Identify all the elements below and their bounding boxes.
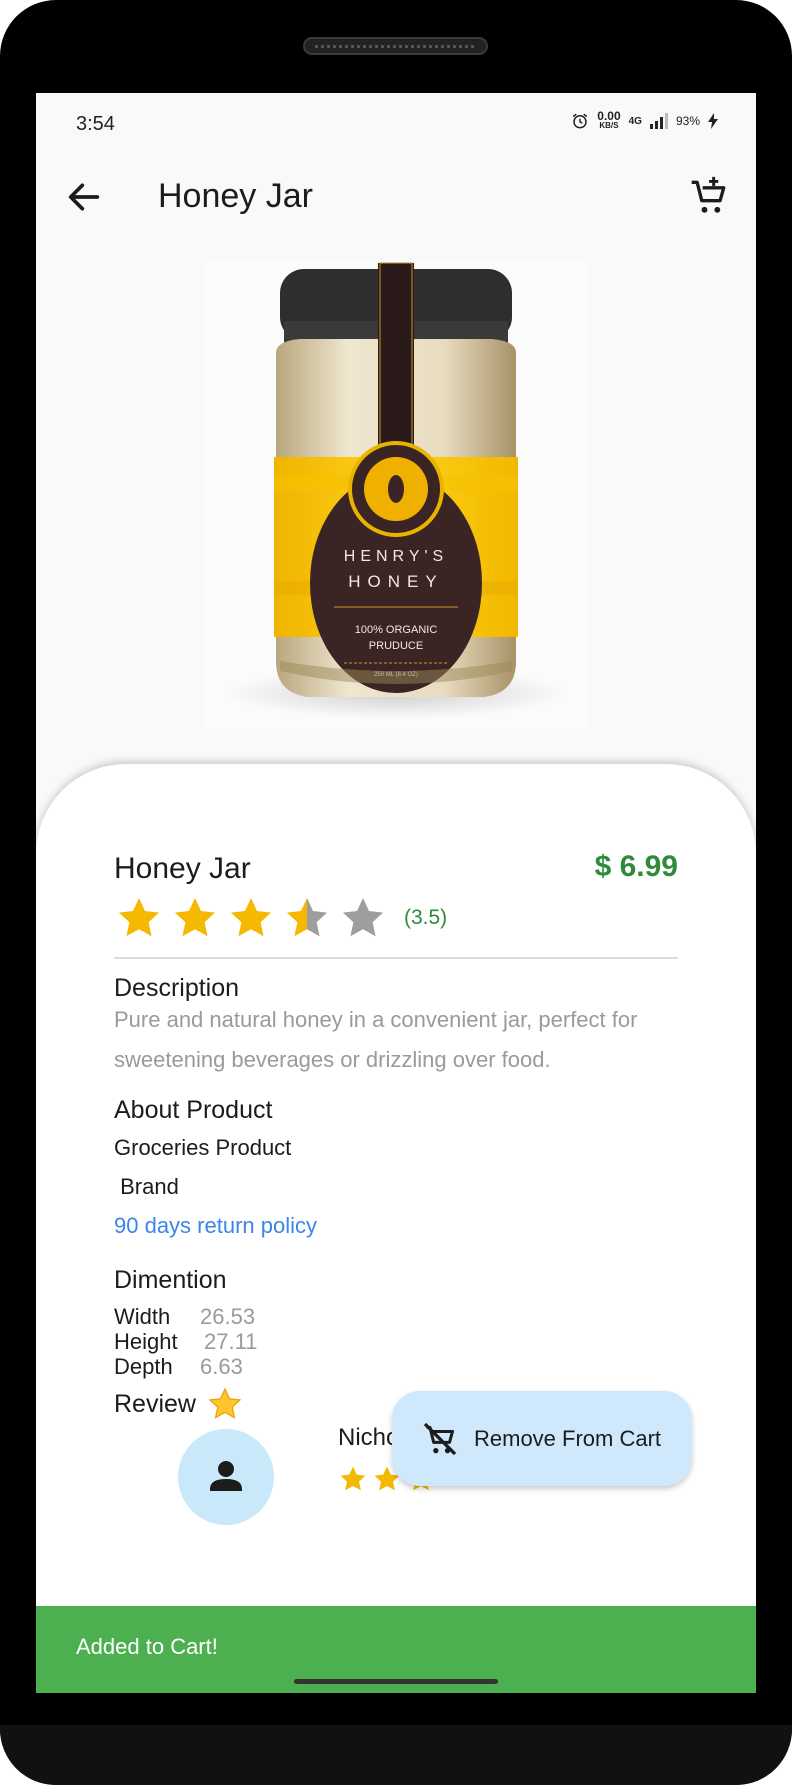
back-arrow-icon[interactable] (64, 177, 104, 217)
net-speed-unit: KB/S (599, 121, 619, 130)
snackbar-text: Added to Cart! (76, 1634, 218, 1659)
net-speed: 0.00 KB/S (597, 109, 621, 131)
product-details-sheet: Honey Jar $ 6.99 (3.5) Description Pure … (36, 764, 756, 1693)
about-heading: About Product (114, 1096, 273, 1124)
honey-jar-illustration: HENRY'S HONEY 100% ORGANIC PRUDUCE 250 M… (226, 262, 566, 719)
divider (114, 957, 678, 959)
review-heading: Review (114, 1389, 196, 1418)
battery-percent: 93% (675, 114, 700, 128)
phone-frame: 3:54 0.00 KB/S 4G 93% Honey Jar HENRY'S … (0, 0, 792, 1785)
dimension-depth-value: 6.63 (200, 1354, 243, 1379)
speaker-grille (303, 37, 488, 55)
label-tag-line2: PRUDUCE (369, 640, 423, 652)
dimension-depth-label: Depth (114, 1354, 173, 1379)
bottom-bezel (0, 1725, 792, 1785)
dimension-height-label: Height (114, 1329, 178, 1354)
network-type: 4G (628, 115, 642, 127)
about-brand: Brand (114, 1174, 179, 1199)
dimension-list: Width 26.53 Height 27.11 Depth 6.63 (114, 1304, 257, 1379)
product-price: $ 6.99 (594, 850, 678, 883)
status-time: 3:54 (76, 113, 115, 135)
star-icon (119, 898, 159, 937)
label-brand-line2: HONEY (348, 572, 443, 591)
page-title: Honey Jar (158, 177, 313, 215)
star-icon (208, 1387, 242, 1419)
remove-from-cart-label: Remove From Cart (474, 1425, 662, 1451)
star-empty-icon (343, 898, 383, 937)
label-tag-line1: 100% ORGANIC (355, 624, 438, 636)
home-indicator[interactable] (294, 1679, 498, 1684)
alarm-icon (573, 113, 588, 129)
star-icon (231, 898, 271, 937)
dimension-width-value: 26.53 (200, 1304, 256, 1329)
signal-icon (649, 113, 668, 129)
dimension-width-row: Width 26.53 (114, 1304, 257, 1329)
return-policy-link[interactable]: 90 days return policy (114, 1213, 317, 1239)
add-cart-icon[interactable] (688, 175, 732, 219)
remove-from-cart-button[interactable]: Remove From Cart (392, 1391, 692, 1486)
status-bar: 3:54 0.00 KB/S 4G 93% (36, 93, 756, 153)
product-name: Honey Jar (114, 852, 251, 885)
dimension-width-label: Width (114, 1304, 171, 1329)
rating-stars: (3.5) (114, 894, 447, 942)
net-speed-value: 0.00 (597, 109, 621, 123)
star-icon (340, 1466, 366, 1491)
person-icon (210, 1461, 242, 1491)
product-image: HENRY'S HONEY 100% ORGANIC PRUDUCE 250 M… (204, 261, 588, 728)
dimension-height-row: Height 27.11 (114, 1329, 257, 1354)
review-heading-row: Review (114, 1386, 244, 1422)
charging-icon (708, 113, 718, 129)
description-heading: Description (114, 974, 240, 1002)
dimension-heading: Dimention (114, 1266, 227, 1294)
rating-count: (3.5) (404, 906, 448, 929)
star-icon (175, 898, 215, 937)
status-icons: 0.00 KB/S 4G 93% (571, 109, 718, 131)
label-brand-line1: HENRY'S (344, 548, 448, 565)
reviewer-avatar (178, 1429, 274, 1525)
about-category: Groceries Product (114, 1135, 292, 1160)
dimension-height-value: 27.11 (204, 1329, 258, 1354)
dimension-depth-row: Depth 6.63 (114, 1354, 257, 1379)
description-text: Pure and natural honey in a convenient j… (114, 1007, 638, 1072)
app-bar: Honey Jar (36, 153, 756, 243)
remove-cart-icon (423, 1422, 457, 1455)
star-half-icon (287, 898, 327, 937)
